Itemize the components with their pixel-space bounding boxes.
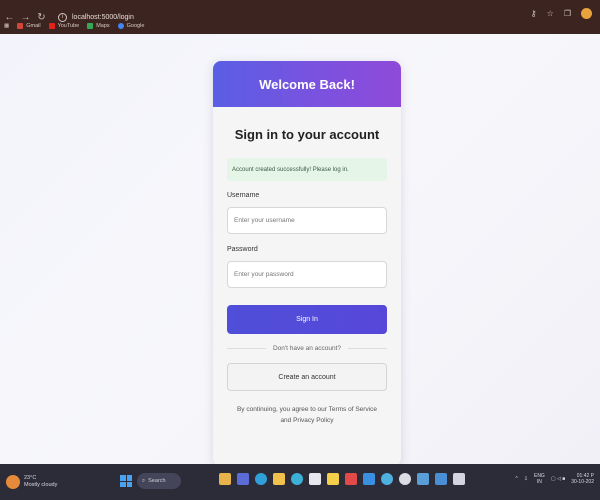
bookmark-youtube[interactable]: YouTube bbox=[48, 23, 79, 29]
bookmarks-bar: ▦ Gmail YouTube Maps Google bbox=[0, 18, 600, 34]
wifi-volume-icon[interactable]: ▢ ◁ ■ bbox=[551, 476, 565, 482]
bookmark-google[interactable]: Google bbox=[117, 23, 144, 29]
password-label: Password bbox=[227, 246, 258, 253]
welcome-title: Welcome Back! bbox=[259, 76, 355, 92]
app-icon[interactable] bbox=[327, 473, 339, 485]
success-alert: Account created successfully! Please log… bbox=[227, 158, 387, 181]
taskbar-search[interactable]: ⌕ Search bbox=[137, 473, 181, 489]
weather-icon bbox=[6, 475, 20, 489]
terms-text: By continuing, you agree to our Terms of… bbox=[236, 406, 378, 424]
key-icon[interactable]: ⚷ bbox=[531, 9, 537, 18]
login-card: Welcome Back! Sign in to your account Ac… bbox=[213, 61, 401, 466]
app-icon[interactable] bbox=[417, 473, 429, 485]
create-account-button[interactable]: Create an account bbox=[227, 363, 387, 391]
app-icon[interactable] bbox=[453, 473, 465, 485]
widgets-icon[interactable] bbox=[219, 473, 231, 485]
apps-icon[interactable]: ▦ bbox=[4, 23, 9, 29]
bookmark-gmail[interactable]: Gmail bbox=[17, 23, 41, 29]
google-icon bbox=[117, 23, 124, 29]
divider: Don't have an account? bbox=[227, 345, 388, 352]
page-background: Welcome Back! Sign in to your account Ac… bbox=[0, 34, 600, 466]
app-icon[interactable] bbox=[345, 473, 357, 485]
bookmark-maps[interactable]: Maps bbox=[87, 23, 110, 29]
weather-temp: 23°C bbox=[24, 475, 37, 481]
vscode-icon[interactable] bbox=[363, 473, 375, 485]
card-header: Welcome Back! bbox=[213, 61, 401, 107]
weather-widget[interactable]: 23°C Mostly cloudy bbox=[6, 475, 57, 489]
maps-icon bbox=[87, 23, 94, 29]
settings-icon[interactable] bbox=[399, 473, 411, 485]
store-icon[interactable] bbox=[309, 473, 321, 485]
card-body: Sign in to your account Account created … bbox=[213, 127, 401, 426]
region: IN bbox=[536, 479, 542, 485]
username-input[interactable] bbox=[227, 207, 387, 234]
language-indicator[interactable]: ENG IN bbox=[534, 473, 545, 485]
extensions-icon[interactable]: ❐ bbox=[564, 9, 571, 18]
username-label: Username bbox=[227, 192, 260, 199]
search-label: Search bbox=[148, 478, 166, 484]
divider-line-left bbox=[227, 348, 266, 349]
divider-line-right bbox=[348, 348, 388, 349]
divider-text: Don't have an account? bbox=[272, 345, 342, 352]
taskbar-apps bbox=[219, 473, 465, 485]
edge-icon[interactable] bbox=[255, 473, 267, 485]
chevron-up-icon[interactable]: ^ bbox=[515, 476, 517, 482]
signin-button[interactable]: Sign In bbox=[227, 305, 387, 334]
notepad-icon[interactable] bbox=[435, 473, 447, 485]
success-message: Account created successfully! Please log… bbox=[232, 166, 349, 173]
weather-desc: Mostly cloudy bbox=[24, 482, 58, 488]
system-tray: ^ ⇩ ENG IN ▢ ◁ ■ 01:42 P 30-10-202 bbox=[515, 473, 594, 485]
app-icon[interactable] bbox=[381, 473, 393, 485]
gmail-icon bbox=[17, 23, 24, 29]
date: 30-10-202 bbox=[571, 479, 594, 485]
taskbar: 23°C Mostly cloudy ⌕ Search ^ ⇩ ENG IN ▢ … bbox=[0, 464, 600, 500]
windows-start-icon[interactable] bbox=[120, 475, 132, 487]
clock[interactable]: 01:42 P 30-10-202 bbox=[571, 473, 594, 485]
search-icon: ⌕ bbox=[142, 477, 146, 484]
youtube-icon bbox=[48, 23, 55, 29]
file-explorer-icon[interactable] bbox=[273, 473, 285, 485]
weather-text: 23°C Mostly cloudy bbox=[24, 475, 57, 489]
signin-title: Sign in to your account bbox=[234, 127, 380, 142]
chrome-icon[interactable] bbox=[291, 473, 303, 485]
network-icon[interactable]: ⇩ bbox=[524, 476, 528, 482]
task-view-icon[interactable] bbox=[237, 473, 249, 485]
password-input[interactable] bbox=[227, 261, 387, 288]
bookmark-star-icon[interactable]: ☆ bbox=[547, 9, 554, 18]
